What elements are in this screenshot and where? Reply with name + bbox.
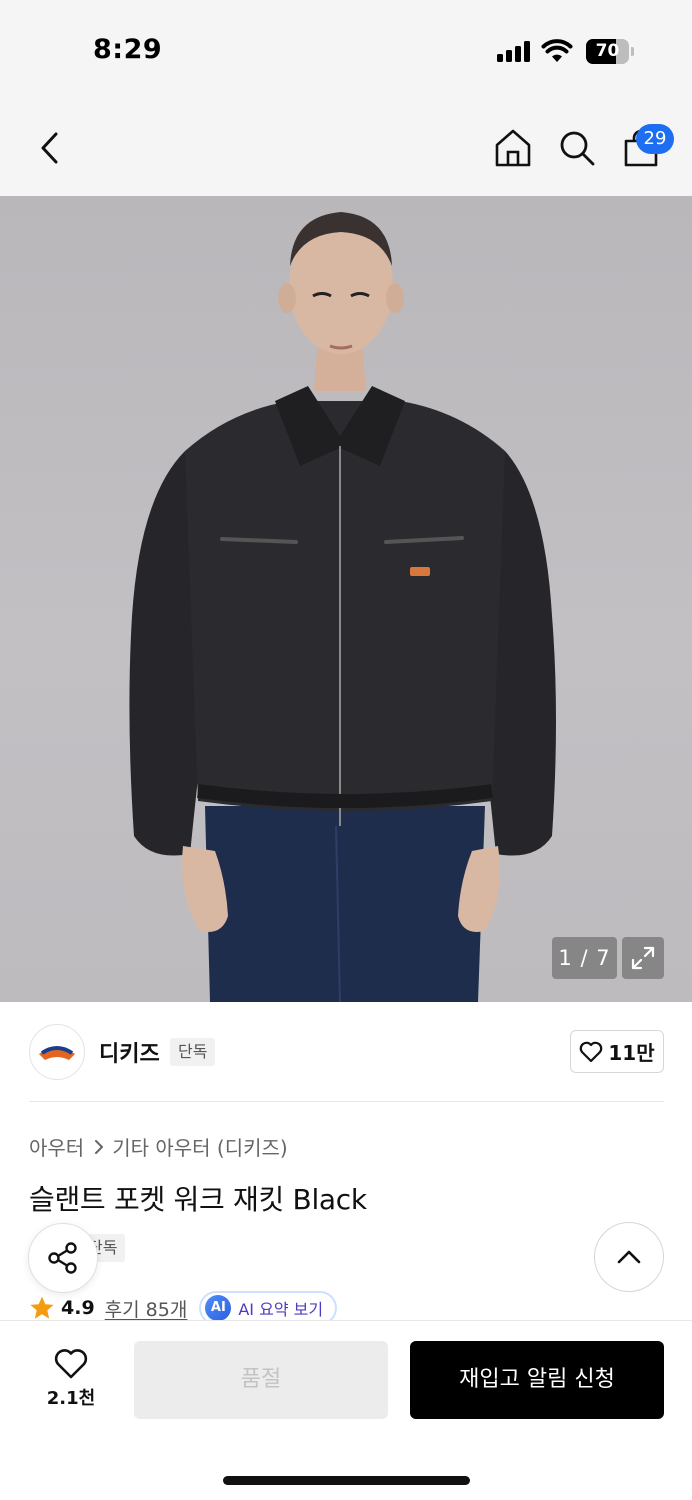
home-indicator[interactable] [223, 1476, 470, 1485]
brand-logo[interactable] [29, 1024, 85, 1080]
home-button[interactable] [488, 100, 538, 196]
search-icon [560, 131, 595, 166]
cart-count-badge: 29 [636, 124, 674, 154]
scroll-top-button[interactable] [594, 1222, 664, 1292]
home-icon [495, 129, 531, 167]
rating-value: 4.9 [61, 1297, 95, 1319]
breadcrumb: 아우터 기타 아우터 (디키즈) [29, 1132, 288, 1161]
brand-like-count: 11만 [608, 1041, 655, 1065]
chevron-right-icon [94, 1139, 104, 1155]
dickies-logo-icon [39, 1046, 75, 1060]
ai-icon: AI [205, 1295, 232, 1321]
product-image[interactable] [0, 196, 692, 1002]
back-arrow-icon [41, 132, 58, 164]
expand-icon [631, 946, 655, 970]
breadcrumb-item-category[interactable]: 기타 아우터 (디키즈) [112, 1132, 288, 1161]
divider [29, 1101, 664, 1102]
exclusive-tag: 단독 [170, 1038, 216, 1066]
status-bar: 8:29 70 [0, 0, 692, 100]
brand-like-button[interactable]: 11만 [570, 1030, 664, 1073]
clock: 8:29 [93, 34, 163, 65]
soldout-button[interactable]: 품절 [134, 1341, 388, 1419]
brand-name[interactable]: 디키즈 [99, 1036, 160, 1068]
restock-alert-button[interactable]: 재입고 알림 신청 [410, 1341, 664, 1419]
wishlist-button[interactable]: 2.1천 [28, 1340, 114, 1418]
expand-image-button[interactable] [622, 937, 664, 979]
search-button[interactable] [552, 100, 602, 196]
review-link[interactable]: 후기 85개 [105, 1295, 188, 1322]
battery-icon: 70 [586, 39, 634, 64]
wishlist-count: 2.1천 [46, 1388, 96, 1409]
heart-icon [580, 1041, 603, 1062]
image-counter: 1 / 7 [552, 937, 617, 979]
star-icon [30, 1296, 54, 1319]
top-nav [0, 100, 692, 196]
wifi-icon [541, 38, 573, 64]
heart-icon [54, 1349, 88, 1379]
share-button[interactable] [28, 1223, 98, 1293]
back-button[interactable] [22, 100, 78, 196]
battery-level: 70 [595, 41, 620, 61]
chevron-up-icon [617, 1250, 641, 1264]
breadcrumb-item-outer[interactable]: 아우터 [29, 1132, 84, 1161]
share-icon [48, 1242, 77, 1274]
product-title: 슬랜트 포켓 워크 재킷 Black [29, 1183, 367, 1216]
ai-summary-label: AI 요약 보기 [238, 1300, 324, 1319]
signal-icon [497, 40, 533, 62]
